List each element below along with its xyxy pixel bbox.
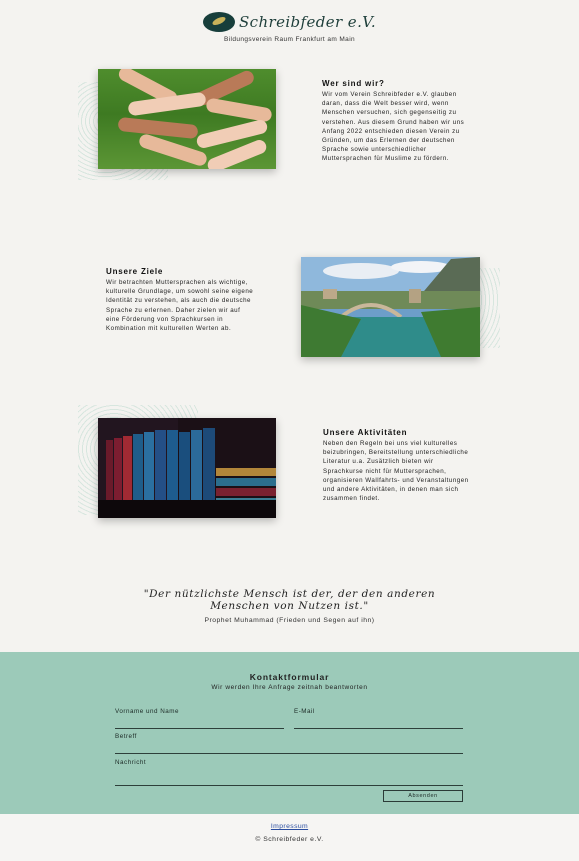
logo-text: Schreibfeder e.V. bbox=[238, 13, 377, 31]
email-field-label: E-Mail bbox=[294, 708, 315, 715]
contact-subtitle: Wir werden Ihre Anfrage zeitnah beantwor… bbox=[211, 684, 368, 691]
contact-title: Kontaktformular bbox=[249, 672, 330, 682]
name-field[interactable]: Vorname und Name bbox=[115, 708, 284, 729]
quote-source: Prophet Muhammad (Frieden und Segen auf … bbox=[204, 617, 375, 624]
email-field[interactable]: E-Mail bbox=[294, 708, 463, 729]
subject-field[interactable]: Betreff bbox=[115, 733, 463, 754]
bridge-photo bbox=[301, 257, 480, 357]
message-field[interactable]: Nachricht bbox=[115, 759, 463, 786]
message-field-label: Nachricht bbox=[115, 759, 147, 766]
section-text-about: Wir vom Verein Schreibfeder e.V. glauben… bbox=[322, 91, 465, 163]
quote-text: "Der nützlichste Mensch ist der, der den… bbox=[143, 588, 436, 612]
section-text-activities: Neben den Regeln bei uns viel kulturelle… bbox=[323, 440, 469, 503]
contact-form: Kontaktformular Wir werden Ihre Anfrage … bbox=[0, 652, 579, 814]
logo[interactable]: Schreibfeder e.V. bbox=[0, 10, 579, 34]
site-footer: Impressum © Schreibfeder e.V. bbox=[0, 814, 579, 861]
name-field-label: Vorname und Name bbox=[115, 708, 180, 715]
section-text-goals: Wir betrachten Muttersprachen als wichti… bbox=[106, 279, 254, 333]
hands-photo bbox=[98, 69, 276, 169]
feather-logo-icon bbox=[202, 12, 235, 32]
books-photo bbox=[98, 418, 276, 518]
section-title-about: Wer sind wir? bbox=[322, 79, 385, 88]
section-title-goals: Unsere Ziele bbox=[106, 267, 164, 276]
section-title-activities: Unsere Aktivitäten bbox=[323, 428, 408, 437]
site-subtitle: Bildungsverein Raum Frankfurt am Main bbox=[223, 36, 356, 43]
site-header: Schreibfeder e.V. Bildungsverein Raum Fr… bbox=[0, 10, 579, 43]
subject-field-label: Betreff bbox=[115, 733, 137, 740]
copyright: © Schreibfeder e.V. bbox=[255, 836, 324, 843]
impressum-link[interactable]: Impressum bbox=[271, 823, 308, 830]
quote-block: "Der nützlichste Mensch ist der, der den… bbox=[0, 588, 579, 624]
send-button[interactable]: Absenden bbox=[383, 790, 463, 802]
